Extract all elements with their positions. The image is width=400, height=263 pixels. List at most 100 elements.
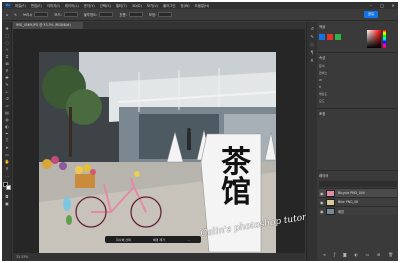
trash-icon[interactable]: 🗑 <box>388 252 393 258</box>
prop-row-canvas: 캔버스 <box>319 71 328 75</box>
paragraph-icon[interactable]: ¶ <box>309 50 315 55</box>
minimize-icon[interactable]: – <box>366 2 376 9</box>
zoom-level[interactable]: 33.33% <box>16 255 28 259</box>
option-mode[interactable]: 모드: <box>54 12 78 18</box>
sign-text: 茶馆 <box>221 145 251 210</box>
brush-tool-icon[interactable]: ✎ <box>4 82 10 87</box>
document-tab[interactable]: IMG_4569.JPG @ 33.3% (RGB/8/#) <box>13 22 83 29</box>
layer-item[interactable]: ◉ Bike PNG_08 <box>319 197 397 206</box>
menu-filter[interactable]: 필터(T) <box>116 3 127 8</box>
more-tools-icon[interactable]: … <box>4 173 10 178</box>
menu-help[interactable]: 도움말(H) <box>195 3 210 8</box>
character-icon[interactable]: A <box>309 58 315 63</box>
options-bar: ⌂ ✎ 브러시 모드: 불투명도: 흐름: 보정: <box>2 9 398 21</box>
select-subject-button[interactable]: 피사체 선택 <box>116 238 131 242</box>
share-button[interactable]: 공유 <box>364 11 378 18</box>
more-options-button[interactable]: ... <box>187 238 190 242</box>
menu-view[interactable]: 보기(V) <box>147 3 158 8</box>
adjustment-layer-icon[interactable]: ◐ <box>354 252 358 258</box>
crop-tool-icon[interactable]: ⌗ <box>4 54 10 59</box>
photoshop-window: Ps 파일(F) 편집(E) 이미지(I) 레이어(L) 문자(Y) 선택(S)… <box>2 2 398 261</box>
history-brush-tool-icon[interactable]: ↺ <box>4 96 10 101</box>
eyedropper-tool-icon[interactable]: ⚲ <box>4 68 10 73</box>
prop-row-height[interactable]: H <box>319 85 397 90</box>
dodge-tool-icon[interactable]: ◐ <box>4 124 10 129</box>
menu-3d[interactable]: 3D(D) <box>132 4 142 8</box>
brush-tool-icon[interactable]: ✎ <box>14 13 17 17</box>
option-brush[interactable]: 브러시 <box>23 12 49 18</box>
menu-bar: Ps 파일(F) 편집(E) 이미지(I) 레이어(L) 문자(Y) 선택(S)… <box>2 2 398 9</box>
screen-mode-icon[interactable]: ▣ <box>4 201 10 206</box>
color-panel-title[interactable]: 색상 <box>319 24 325 30</box>
rectangle-tool-icon[interactable]: ▭ <box>4 152 10 157</box>
remove-background-button[interactable]: 배경 제거 <box>153 238 165 242</box>
history-icon[interactable]: ↺ <box>309 26 315 31</box>
layers-panel-title[interactable]: 레이어 <box>319 173 328 179</box>
hue-slider[interactable] <box>383 30 386 48</box>
properties-panel-title[interactable]: 속성 <box>319 55 325 61</box>
menu-type[interactable]: 문자(Y) <box>84 3 95 8</box>
pen-tool-icon[interactable]: ✒ <box>4 131 10 136</box>
hand-tool-icon[interactable]: ✋ <box>4 159 10 164</box>
eye-icon[interactable]: ◉ <box>320 209 324 214</box>
eraser-tool-icon[interactable]: ▱ <box>4 103 10 108</box>
group-icon[interactable]: ▭ <box>366 252 370 258</box>
brush-settings-icon[interactable]: ✎ <box>309 34 315 39</box>
gradient-tool-icon[interactable]: ▤ <box>4 110 10 115</box>
color-picker-box[interactable] <box>367 30 381 48</box>
link-icon[interactable]: ∞ <box>323 252 326 258</box>
menu-edit[interactable]: 편집(E) <box>31 3 42 8</box>
color-swatch-blue[interactable] <box>319 34 325 40</box>
menu-select[interactable]: 선택(S) <box>100 3 111 8</box>
maximize-icon[interactable]: □ <box>377 2 387 9</box>
color-swatch-red[interactable] <box>327 34 333 40</box>
clone-stamp-tool-icon[interactable]: ⊥ <box>4 89 10 94</box>
menu-image[interactable]: 이미지(I) <box>47 3 60 8</box>
quick-select-tool-icon[interactable]: ✧ <box>4 47 10 52</box>
eye-icon[interactable]: ◉ <box>320 191 324 196</box>
home-icon[interactable]: ⌂ <box>6 13 8 17</box>
new-layer-icon[interactable]: ⊞ <box>377 252 380 258</box>
zoom-tool-icon[interactable]: ⚲ <box>4 166 10 171</box>
option-opacity[interactable]: 불투명도: <box>84 12 114 18</box>
move-tool-icon[interactable]: ✥ <box>4 26 10 31</box>
prop-row-document: 문서 <box>319 64 325 68</box>
marquee-tool-icon[interactable]: ⬚ <box>4 33 10 38</box>
blur-tool-icon[interactable]: ◍ <box>4 117 10 122</box>
healing-brush-tool-icon[interactable]: ✚ <box>4 75 10 80</box>
panel-icon-strip: ↺ ✎ ⓘ ¶ A <box>307 22 317 261</box>
layer-name: 배경 <box>338 210 344 214</box>
layer-thumbnail <box>326 208 335 215</box>
document-tab-title: IMG_4569.JPG @ 33.3% (RGB/8/#) <box>16 23 71 27</box>
color-swatch-green[interactable] <box>335 34 341 40</box>
layer-filter-bar[interactable] <box>319 181 397 187</box>
mask-icon[interactable]: ◙ <box>343 252 347 258</box>
option-smoothing[interactable]: 보정: <box>149 12 173 18</box>
lasso-tool-icon[interactable]: ◌ <box>4 40 10 45</box>
right-panels: ↺ ✎ ⓘ ¶ A 색상 속성 문서 캔버스 W H 해상도 모드 조정 레이어… <box>306 22 398 261</box>
photoshop-logo: Ps <box>5 3 11 8</box>
eye-icon[interactable]: ◉ <box>320 200 324 205</box>
layer-item[interactable]: ◉ 배경 <box>319 206 397 215</box>
menu-layer[interactable]: 레이어(L) <box>65 3 79 8</box>
layer-thumbnail <box>326 199 335 206</box>
type-tool-icon[interactable]: T <box>4 138 10 143</box>
layer-thumbnail <box>326 190 335 197</box>
info-icon[interactable]: ⓘ <box>309 42 315 47</box>
menu-plugins[interactable]: 플러그인 <box>163 3 175 8</box>
menu-window[interactable]: 창(W) <box>181 3 190 8</box>
option-flow[interactable]: 흐름: <box>119 12 143 18</box>
prop-row-resolution[interactable]: 해상도 <box>319 92 397 97</box>
background-color-swatch[interactable] <box>6 185 11 190</box>
layer-item[interactable]: ◉ Bicycle PNG_004 <box>319 188 397 197</box>
quick-mask-icon[interactable]: ◘ <box>4 194 10 199</box>
frame-tool-icon[interactable]: ⊠ <box>4 61 10 66</box>
close-icon[interactable]: ✕ <box>388 2 398 9</box>
panel-divider <box>318 170 398 171</box>
menu-file[interactable]: 파일(F) <box>15 3 26 8</box>
prop-row-mode[interactable]: 모드 <box>319 99 397 104</box>
path-select-tool-icon[interactable]: ➤ <box>4 145 10 150</box>
adjustments-panel-title[interactable]: 조정 <box>319 111 325 117</box>
prop-row-width[interactable]: W <box>319 78 397 83</box>
fx-icon[interactable]: ƒ <box>334 252 335 258</box>
